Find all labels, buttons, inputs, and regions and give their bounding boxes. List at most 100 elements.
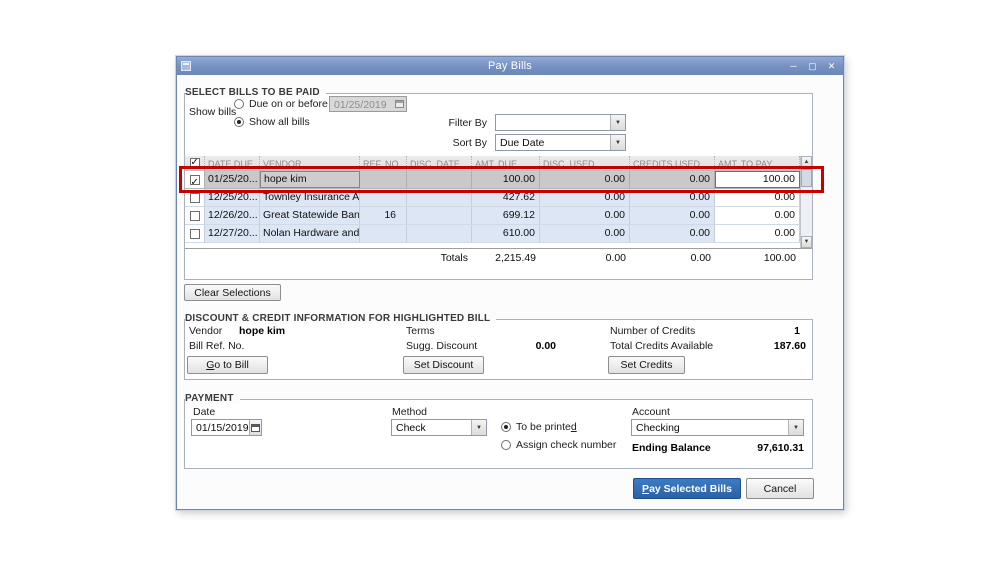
col-header-amt-due: AMT. DUE [472,156,540,170]
due-date-field: 01/25/2019 [329,96,407,112]
table-row[interactable]: 01/25/20... hope kim 100.00 0.00 0.00 10… [185,171,800,189]
table-row[interactable]: 12/27/20... Nolan Hardware and ... 610.0… [185,225,800,243]
ending-balance-label: Ending Balance [632,442,711,454]
scrollbar-thumb[interactable] [801,169,812,187]
row-checkbox[interactable] [189,228,200,239]
cell-ref-no [360,171,407,188]
due-date-value: 01/25/2019 [334,99,387,111]
cell-amt-to-pay[interactable]: 0.00 [715,189,800,206]
payment-date-field[interactable]: 01/15/2019 [191,419,262,436]
cell-vendor: hope kim [260,171,360,188]
sort-by-dropdown[interactable]: Due Date ▼ [495,134,626,151]
window-controls: ─ ▢ ✕ [788,57,837,75]
total-credits-available-label: Total Credits Available [610,340,714,352]
set-discount-button[interactable]: Set Discount [403,356,484,374]
payment-section-label: PAYMENT [185,393,240,404]
cell-disc-date [407,171,472,188]
assign-check-number-label: Assign check number [516,439,617,451]
col-header-ref-no: REF. NO. [360,156,407,170]
row-checkbox[interactable] [189,192,200,203]
due-on-or-before-option[interactable]: Due on or before [234,98,328,110]
filter-by-label: Filter By [448,117,487,129]
payment-date-value[interactable]: 01/15/2019 [192,420,249,435]
cancel-button[interactable]: Cancel [746,478,814,499]
show-all-bills-radio[interactable] [234,117,244,127]
select-bills-section-label: SELECT BILLS TO BE PAID [185,87,326,98]
sort-by-label: Sort By [452,137,487,149]
assign-check-number-radio[interactable] [501,440,511,450]
desktop-background: Pay Bills ─ ▢ ✕ SELECT BILLS TO BE PAID … [0,0,999,562]
chevron-down-icon[interactable]: ▼ [610,115,625,130]
account-dropdown[interactable]: Checking ▼ [631,419,804,436]
col-header-vendor: VENDOR [260,156,360,170]
col-header-amt-to-pay: AMT. TO PAY [715,156,800,170]
col-header-credits-used: CREDITS USED [630,156,715,170]
bills-table: DATE DUE VENDOR REF. NO. DISC. DATE AMT.… [185,156,800,243]
payment-section: PAYMENT Date 01/15/2019 Method Check ▼ T… [184,393,813,469]
maximize-icon[interactable]: ▢ [807,61,818,71]
row-checkbox-cell [185,189,205,206]
set-credits-button[interactable]: Set Credits [608,356,685,374]
cell-amt-to-pay[interactable]: 100.00 [715,171,800,188]
scroll-up-icon[interactable]: ▲ [801,156,812,168]
clear-selections-button[interactable]: Clear Selections [184,284,281,301]
to-be-printed-option[interactable]: To be printed [501,421,577,433]
pay-selected-bills-button[interactable]: Pay Selected Bills [633,478,741,499]
chevron-down-icon[interactable]: ▼ [471,420,486,435]
show-all-bills-option[interactable]: Show all bills [234,116,310,128]
to-be-printed-radio[interactable] [501,422,511,432]
cell-disc-used: 0.00 [540,189,630,206]
assign-check-number-option[interactable]: Assign check number [501,439,616,451]
calendar-icon[interactable] [248,420,261,435]
chevron-down-icon[interactable]: ▼ [788,420,803,435]
row-checkbox[interactable] [189,210,200,221]
sort-by-value: Due Date [500,137,545,149]
payment-method-dropdown[interactable]: Check ▼ [391,419,487,436]
select-bills-section: SELECT BILLS TO BE PAID Show bills Due o… [184,87,813,280]
minimize-icon[interactable]: ─ [788,61,799,71]
due-on-or-before-label: Due on or before [249,98,328,110]
cell-date-due: 12/26/20... [205,207,260,224]
totals-divider [185,248,812,249]
go-to-bill-button[interactable]: Go to Bill [187,356,268,374]
chevron-down-icon[interactable]: ▼ [610,135,625,150]
window-title: Pay Bills [488,60,532,72]
terms-label: Terms [406,325,435,337]
cell-vendor: Nolan Hardware and ... [260,225,360,242]
scroll-down-icon[interactable]: ▼ [801,236,812,248]
cell-credits-used: 0.00 [630,225,715,242]
cell-disc-used: 0.00 [540,225,630,242]
cell-ref-no [360,189,407,206]
pay-bills-window: Pay Bills ─ ▢ ✕ SELECT BILLS TO BE PAID … [176,56,844,510]
table-row[interactable]: 12/25/20... Townley Insurance A... 427.6… [185,189,800,207]
table-scrollbar[interactable]: ▲ ▼ [800,156,812,248]
filter-by-dropdown[interactable]: ▼ [495,114,626,131]
total-credits-available-value: 187.60 [773,340,806,352]
totals-amt-to-pay: 100.00 [763,252,796,264]
cell-date-due: 12/27/20... [205,225,260,242]
totals-amt-due: 2,215.49 [495,252,536,264]
row-checkbox[interactable] [189,174,200,188]
cell-amt-to-pay[interactable]: 0.00 [715,225,800,242]
to-be-printed-label: To be printed [516,421,577,433]
col-header-disc-date: DISC. DATE [407,156,472,170]
due-on-or-before-radio[interactable] [234,99,244,109]
payment-method-label: Method [392,406,428,418]
account-label: Account [632,406,670,418]
cell-disc-used: 0.00 [540,207,630,224]
select-all-checkbox[interactable] [189,157,200,168]
show-all-bills-label: Show all bills [249,116,310,128]
cell-amt-to-pay[interactable]: 0.00 [715,207,800,224]
row-checkbox-cell [185,207,205,224]
col-header-disc-used: DISC. USED [540,156,630,170]
close-icon[interactable]: ✕ [826,61,837,71]
cell-amt-due: 699.12 [472,207,540,224]
payment-method-value: Check [396,422,426,434]
payment-date-label: Date [193,406,216,418]
titlebar[interactable]: Pay Bills ─ ▢ ✕ [177,57,843,75]
cell-disc-date [407,225,472,242]
cell-credits-used: 0.00 [630,171,715,188]
cell-credits-used: 0.00 [630,207,715,224]
number-of-credits-value: 1 [794,325,800,337]
table-row[interactable]: 12/26/20... Great Statewide Bank 16 699.… [185,207,800,225]
